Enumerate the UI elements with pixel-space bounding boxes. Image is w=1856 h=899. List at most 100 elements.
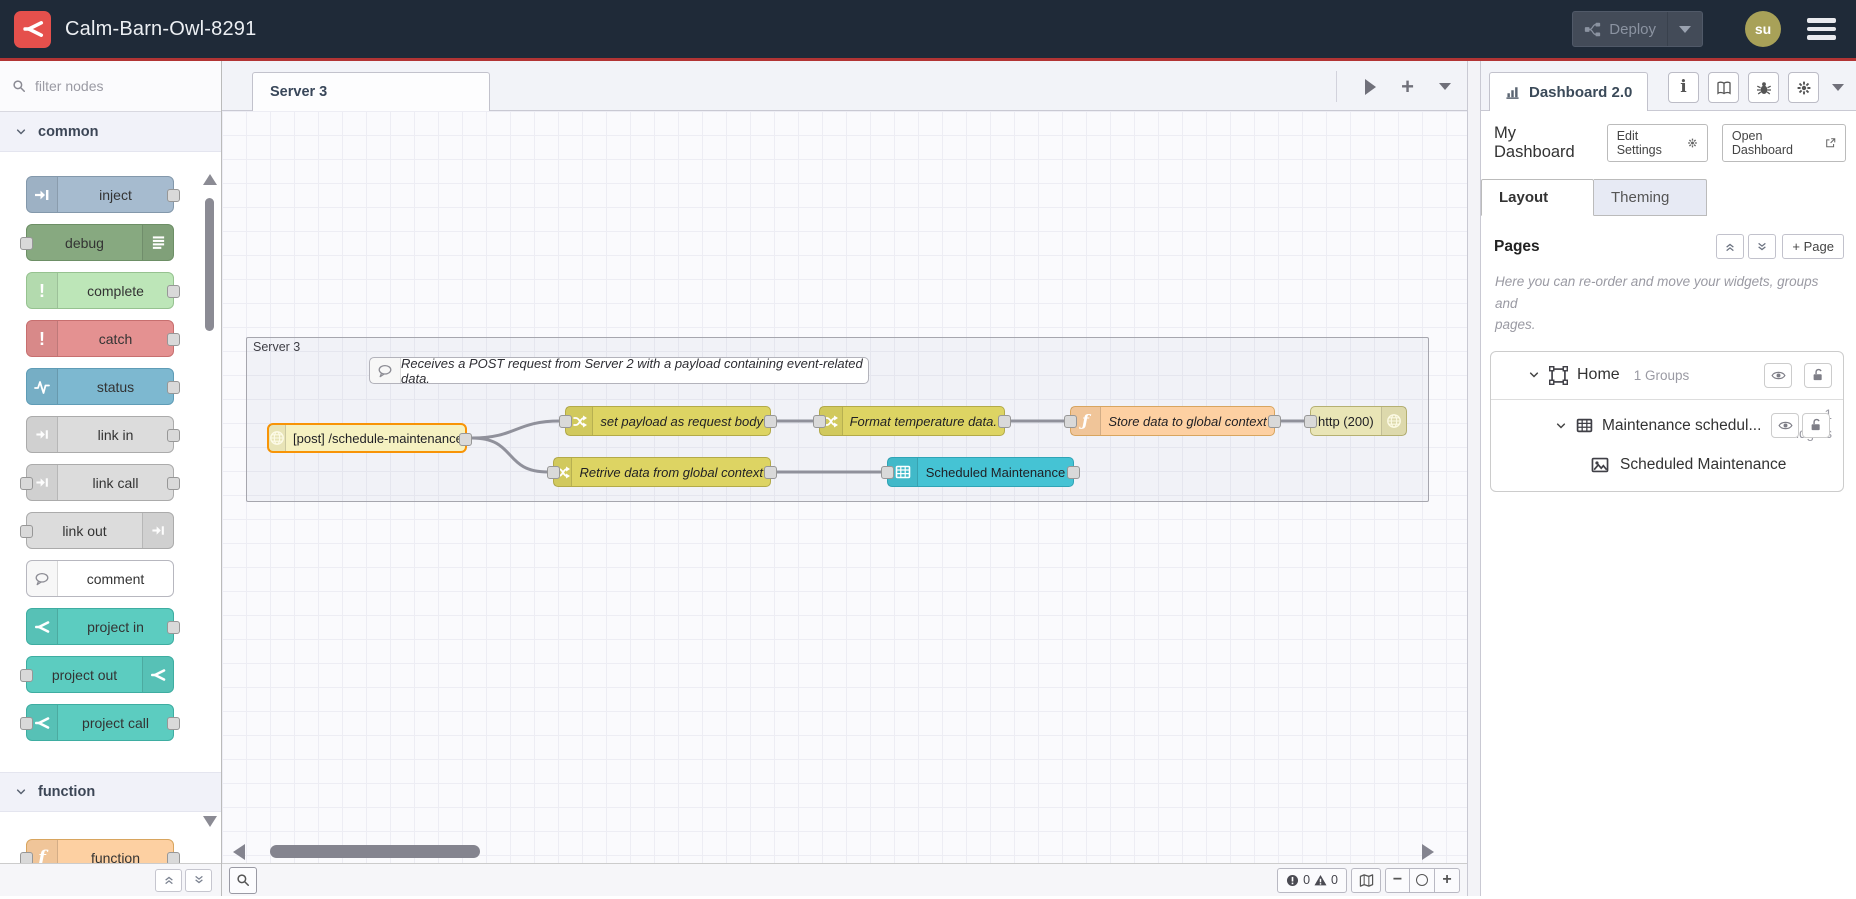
canvas-search-button[interactable] [229, 866, 257, 894]
comment-node[interactable]: Receives a POST request from Server 2 wi… [369, 356, 869, 386]
palette-node-project-out[interactable]: project out [20, 656, 174, 693]
flow-list-button[interactable] [1439, 83, 1451, 90]
tree-row-widget-scheduled-maintenance[interactable]: Scheduled Maintenance [1491, 439, 1843, 491]
hscroll-left-arrow-icon[interactable] [233, 844, 245, 860]
info-button[interactable]: i [1668, 72, 1699, 103]
zoom-reset-button[interactable] [1410, 867, 1435, 893]
deploy-options-button[interactable] [1667, 12, 1702, 46]
open-dashboard-button[interactable]: Open Dashboard [1721, 124, 1846, 162]
tree-row-group-maintenance[interactable]: Maintenance schedul... 1 Widgets [1491, 400, 1843, 441]
output-port[interactable] [167, 717, 180, 730]
palette-node-function[interactable]: ƒ function [20, 839, 180, 863]
output-port[interactable] [167, 381, 180, 394]
sidebar-splitter[interactable] [1467, 61, 1481, 896]
main-menu-button[interactable] [1807, 18, 1836, 40]
palette-node-catch[interactable]: ! catch [26, 320, 180, 357]
palette-collapse-all-button[interactable] [155, 868, 182, 892]
output-port[interactable] [1268, 415, 1281, 428]
input-port[interactable] [20, 477, 33, 490]
http-response-node[interactable]: http (200) [1304, 406, 1407, 436]
palette-category-function[interactable]: function [0, 772, 221, 812]
edit-settings-button[interactable]: Edit Settings [1606, 124, 1708, 162]
palette-node-comment[interactable]: comment [26, 560, 174, 597]
output-port[interactable] [167, 477, 180, 490]
output-port[interactable] [167, 189, 180, 202]
palette-node-complete[interactable]: ! complete [26, 272, 180, 309]
workspace-canvas[interactable]: Server 3 Receives a POST request from Se… [222, 111, 1467, 896]
visibility-button[interactable] [1771, 412, 1799, 438]
visibility-button[interactable] [1764, 362, 1792, 388]
input-port[interactable] [881, 466, 894, 479]
tree-row-page-home[interactable]: Home 1 Groups [1491, 352, 1843, 400]
palette-node-status[interactable]: status [26, 368, 180, 405]
chevron-down-icon[interactable] [1528, 369, 1540, 381]
palette-node-debug[interactable]: debug [20, 224, 174, 261]
palette-expand-all-button[interactable] [185, 868, 212, 892]
output-port[interactable] [764, 466, 777, 479]
palette-node-link-call[interactable]: link call [20, 464, 180, 501]
input-port[interactable] [559, 415, 572, 428]
add-page-button[interactable]: + Page [1782, 234, 1844, 259]
output-port[interactable] [1067, 466, 1080, 479]
palette-node-inject[interactable]: inject [26, 176, 180, 213]
play-icon[interactable] [1365, 78, 1377, 95]
chevron-down-icon [1679, 25, 1691, 33]
config-button[interactable] [1788, 72, 1819, 103]
http-in-node[interactable]: [post] /schedule-maintenance [267, 423, 472, 453]
palette: common inject debug ! compl [0, 61, 222, 896]
hscroll-thumb[interactable] [270, 845, 480, 858]
palette-scrollbar-thumb[interactable] [205, 198, 214, 331]
output-port[interactable] [764, 415, 777, 428]
scroll-up-arrow-icon[interactable] [203, 174, 217, 185]
debug-button[interactable] [1748, 72, 1779, 103]
filter-nodes-input[interactable] [33, 77, 177, 95]
input-port[interactable] [20, 669, 33, 682]
scroll-down-arrow-icon[interactable] [203, 816, 217, 827]
palette-node-project-in[interactable]: project in [26, 608, 180, 645]
change-node-set-payload[interactable]: set payload as request body [559, 406, 777, 436]
output-port[interactable] [998, 415, 1011, 428]
hscroll-right-arrow-icon[interactable] [1422, 844, 1434, 860]
palette-node-link-out[interactable]: link out [20, 512, 174, 549]
zoom-in-button[interactable]: + [1435, 867, 1460, 893]
input-port[interactable] [20, 237, 33, 250]
output-port[interactable] [167, 429, 180, 442]
input-port[interactable] [20, 717, 33, 730]
deploy-button[interactable]: Deploy [1572, 11, 1703, 47]
palette-scrollbar[interactable] [203, 174, 217, 827]
chevron-down-icon[interactable] [1555, 420, 1567, 432]
output-port[interactable] [167, 285, 180, 298]
input-port[interactable] [547, 466, 560, 479]
lock-button[interactable] [1804, 362, 1832, 388]
input-port[interactable] [1064, 415, 1077, 428]
function-node-store-data[interactable]: ƒ Store data to global context [1064, 406, 1281, 436]
flow-tab-server-3[interactable]: Server 3 [252, 72, 490, 111]
zoom-out-button[interactable]: − [1385, 867, 1410, 893]
notifications-badge[interactable]: 0 0 [1277, 867, 1347, 893]
tab-layout[interactable]: Layout [1481, 179, 1594, 216]
sidebar-options-button[interactable] [1832, 84, 1844, 91]
input-port[interactable] [20, 525, 33, 538]
output-port[interactable] [167, 852, 180, 863]
move-down-button[interactable] [1748, 234, 1777, 259]
change-node-format-temperature[interactable]: Format temperature data. [813, 406, 1011, 436]
tab-dashboard-2[interactable]: Dashboard 2.0 [1489, 72, 1649, 111]
output-port[interactable] [167, 333, 180, 346]
lock-button[interactable] [1802, 412, 1830, 438]
palette-node-project-call[interactable]: project call [20, 704, 180, 741]
input-port[interactable] [813, 415, 826, 428]
input-port[interactable] [1304, 415, 1317, 428]
output-port[interactable] [459, 433, 472, 446]
avatar[interactable]: su [1745, 11, 1781, 47]
help-button[interactable] [1708, 72, 1739, 103]
palette-node-link-in[interactable]: link in [26, 416, 180, 453]
output-port[interactable] [167, 621, 180, 634]
palette-category-common[interactable]: common [0, 112, 221, 152]
dashboard-table-node[interactable]: Scheduled Maintenance [881, 457, 1080, 487]
input-port[interactable] [20, 852, 33, 863]
move-up-button[interactable] [1716, 234, 1745, 259]
tab-theming[interactable]: Theming [1594, 179, 1707, 216]
change-node-retrieve-data[interactable]: Retrive data from global context [547, 457, 777, 487]
navigator-button[interactable] [1351, 867, 1381, 893]
add-flow-button[interactable]: + [1401, 75, 1414, 98]
